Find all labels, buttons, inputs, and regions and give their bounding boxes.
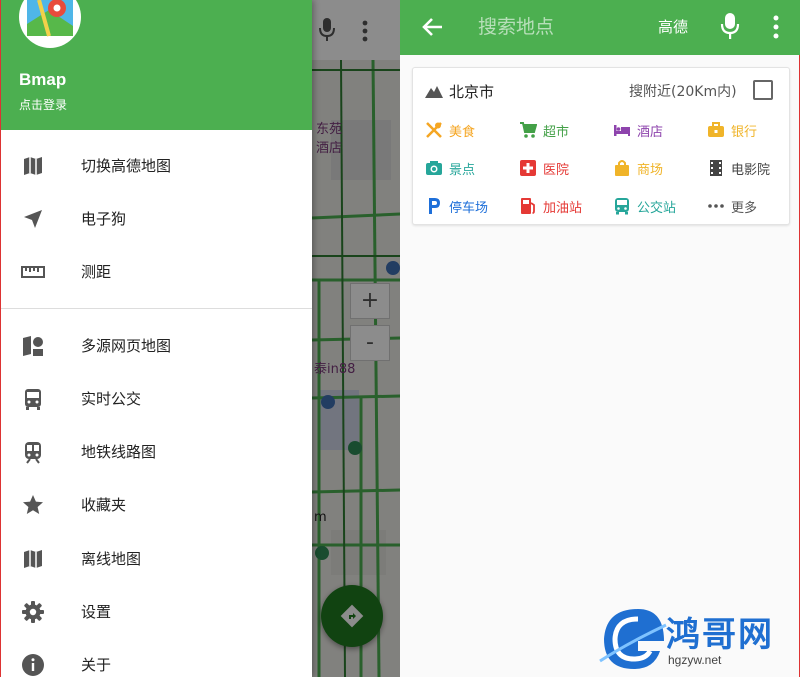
menu-item-label: 切换高德地图 (81, 157, 172, 175)
category-label: 酒店 (637, 125, 664, 140)
menu-item-label: 地铁线路图 (81, 443, 157, 461)
category-label: 商场 (637, 163, 664, 178)
subway-icon (25, 442, 41, 464)
info-icon (22, 654, 44, 676)
menu-item-speed-camera[interactable]: 电子狗 (1, 192, 312, 244)
left-screen: 东苑 酒店 泰in88 m + - Bmap 点击登录 切换高德地图 电子狗 测… (0, 0, 400, 677)
menu-item-about[interactable]: 关于 (1, 638, 312, 677)
app-name: Bmap (19, 70, 67, 89)
category-mall[interactable]: 商场 (613, 158, 703, 178)
watermark-logo (599, 609, 667, 669)
category-label: 银行 (731, 125, 758, 140)
category-supermarket[interactable]: 超市 (519, 120, 609, 140)
ruler-icon (21, 266, 45, 278)
map-icon (24, 157, 42, 175)
layers-icon (23, 336, 43, 356)
microphone-icon[interactable] (720, 12, 740, 40)
watermark-url: hgzyw.net (668, 653, 722, 667)
bus-icon (615, 198, 629, 215)
navigation-arrow-icon (24, 210, 42, 228)
menu-item-label: 关于 (81, 656, 112, 674)
gear-icon (22, 601, 44, 623)
menu-item-switch-amap[interactable]: 切换高德地图 (1, 139, 312, 191)
category-label: 电影院 (731, 163, 771, 178)
category-hotel[interactable]: 酒店 (613, 120, 703, 140)
menu-item-label: 离线地图 (81, 550, 142, 568)
map-provider-button[interactable]: 高德 (658, 16, 688, 37)
category-parking[interactable]: 停车场 (425, 196, 515, 216)
category-more[interactable]: 更多 (707, 196, 797, 216)
bus-icon (25, 389, 41, 410)
map-pin-logo-icon (27, 0, 73, 37)
poi-category-card: 北京市 搜附近(20Km内) 美食 超市 酒店 银行 景点 医院 商场 电影院 … (412, 67, 790, 225)
utensils-icon (426, 122, 442, 138)
login-link[interactable]: 点击登录 (19, 96, 67, 113)
menu-item-subway[interactable]: 地铁线路图 (1, 425, 312, 477)
navigation-drawer: Bmap 点击登录 切换高德地图 电子狗 测距 多源网页地图 实时公交 地铁线路… (1, 0, 312, 677)
back-arrow-icon[interactable] (420, 14, 446, 40)
category-label: 更多 (731, 201, 758, 216)
search-toolbar: 高德 (400, 0, 800, 55)
category-label: 停车场 (449, 201, 489, 216)
shopping-cart-icon (520, 122, 537, 138)
category-label: 景点 (449, 163, 476, 178)
category-bus-stop[interactable]: 公交站 (613, 196, 703, 216)
gas-station-icon (521, 198, 535, 214)
menu-item-label: 设置 (81, 603, 112, 621)
camera-icon (426, 161, 442, 175)
category-label: 美食 (449, 125, 476, 140)
hospital-cross-icon (520, 160, 536, 176)
category-hospital[interactable]: 医院 (519, 158, 609, 178)
menu-item-settings[interactable]: 设置 (1, 585, 312, 637)
category-scenic[interactable]: 景点 (425, 158, 515, 178)
more-dots-icon (708, 204, 724, 208)
star-icon (23, 495, 43, 514)
parking-icon (429, 198, 440, 214)
category-label: 超市 (543, 125, 570, 140)
menu-item-label: 电子狗 (81, 210, 127, 228)
right-screen: 高德 北京市 搜附近(20Km内) 美食 (400, 0, 800, 677)
category-label: 公交站 (637, 201, 677, 216)
search-input[interactable] (478, 10, 638, 44)
drawer-scrim[interactable] (312, 0, 400, 677)
menu-item-measure[interactable]: 测距 (1, 245, 312, 297)
app-logo[interactable] (19, 0, 81, 48)
nearby-label: 搜附近(20Km内) (629, 84, 737, 100)
menu-item-label: 多源网页地图 (81, 337, 172, 355)
city-label: 北京市 (449, 83, 495, 101)
category-gas-station[interactable]: 加油站 (519, 196, 609, 216)
bed-icon (614, 125, 630, 136)
shopping-bag-icon (615, 160, 629, 176)
category-food[interactable]: 美食 (425, 120, 515, 140)
drawer-header: Bmap 点击登录 (1, 0, 312, 130)
map-icon (24, 550, 42, 568)
category-label: 医院 (543, 163, 570, 178)
menu-divider (1, 308, 312, 309)
menu-item-web-maps[interactable]: 多源网页地图 (1, 319, 312, 371)
menu-item-favorites[interactable]: 收藏夹 (1, 478, 312, 530)
category-cinema[interactable]: 电影院 (707, 158, 797, 178)
nearby-checkbox[interactable] (753, 80, 773, 100)
mountain-icon (425, 86, 443, 98)
bank-icon (708, 122, 724, 137)
watermark: 鸿哥网 hgzyw.net (598, 603, 798, 675)
watermark-brand: 鸿哥网 (666, 615, 774, 655)
more-vert-icon[interactable] (772, 15, 780, 39)
menu-item-label: 测距 (81, 263, 112, 281)
category-bank[interactable]: 银行 (707, 120, 797, 140)
menu-item-offline-map[interactable]: 离线地图 (1, 532, 312, 584)
menu-item-label: 收藏夹 (81, 496, 127, 514)
film-icon (710, 160, 722, 176)
menu-item-realtime-bus[interactable]: 实时公交 (1, 372, 312, 424)
category-label: 加油站 (543, 201, 583, 216)
menu-item-label: 实时公交 (81, 390, 142, 408)
